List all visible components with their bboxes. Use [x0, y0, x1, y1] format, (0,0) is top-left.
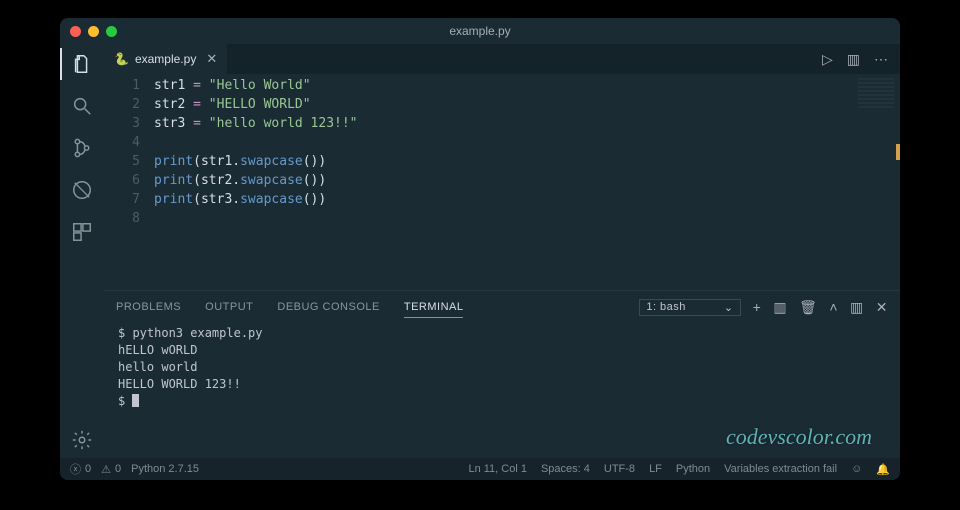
activity-bar [60, 44, 104, 458]
status-errors[interactable]: ⓧ 0 [70, 461, 91, 477]
panel-tab-output[interactable]: OUTPUT [205, 297, 253, 317]
status-extension-message[interactable]: Variables extraction fail [724, 463, 837, 475]
panel-tab-problems[interactable]: PROBLEMS [116, 297, 181, 317]
line-gutter: 12345678 [104, 74, 150, 290]
window-title: example.py [60, 24, 900, 38]
editor-window: example.py [60, 18, 900, 480]
extensions-icon[interactable] [70, 220, 94, 244]
status-python-version[interactable]: Python 2.7.15 [131, 463, 199, 475]
run-icon[interactable]: ▷ [822, 51, 833, 68]
source-control-icon[interactable] [70, 136, 94, 160]
status-eol[interactable]: LF [649, 463, 662, 475]
terminal-output[interactable]: $ python3 example.pyhELLO wORLDhello wor… [104, 323, 900, 458]
overview-marker [896, 144, 900, 160]
panel-tab-debug-console[interactable]: DEBUG CONSOLE [277, 297, 379, 317]
new-terminal-icon[interactable]: + [753, 299, 762, 315]
python-file-icon: 🐍 [114, 52, 129, 66]
editor-actions: ▷ ▥ ⋯ [810, 44, 900, 74]
terminal-selector-label: 1: bash [646, 301, 686, 313]
main-area: 🐍 example.py ✕ ▷ ▥ ⋯ 12345678 str1 = "He… [104, 44, 900, 458]
more-actions-icon[interactable]: ⋯ [874, 51, 888, 68]
panel-tabs: PROBLEMS OUTPUT DEBUG CONSOLE TERMINAL 1… [104, 291, 900, 323]
panel-tab-terminal[interactable]: TERMINAL [404, 297, 464, 318]
panel-maximize-icon[interactable]: ˄ [829, 299, 838, 315]
code-content: str1 = "Hello World"str2 = "HELLO WORLD"… [150, 74, 358, 290]
warning-icon: ⚠ [101, 463, 111, 476]
tab-filename: example.py [135, 52, 196, 66]
kill-terminal-icon[interactable]: 🗑 [799, 299, 817, 316]
terminal-selector[interactable]: 1: bash ⌄ [639, 299, 740, 316]
overview-ruler [896, 74, 900, 290]
split-editor-icon[interactable]: ▥ [847, 51, 860, 68]
error-icon: ⓧ [70, 461, 81, 477]
panel-move-icon[interactable]: ▥ [850, 299, 864, 316]
status-feedback-icon[interactable]: ☺ [851, 463, 862, 475]
code-editor[interactable]: 12345678 str1 = "Hello World"str2 = "HEL… [104, 74, 900, 290]
status-language-mode[interactable]: Python [676, 463, 710, 475]
titlebar: example.py [60, 18, 900, 44]
status-indentation[interactable]: Spaces: 4 [541, 463, 590, 475]
panel-close-icon[interactable]: ✕ [876, 299, 888, 316]
tab-close-icon[interactable]: ✕ [206, 51, 217, 67]
split-terminal-icon[interactable]: ▥ [773, 299, 787, 316]
status-encoding[interactable]: UTF-8 [604, 463, 635, 475]
explorer-icon[interactable] [70, 52, 94, 76]
tab-bar: 🐍 example.py ✕ ▷ ▥ ⋯ [104, 44, 900, 74]
bottom-panel: PROBLEMS OUTPUT DEBUG CONSOLE TERMINAL 1… [104, 290, 900, 458]
search-icon[interactable] [70, 94, 94, 118]
warning-count: 0 [115, 463, 121, 475]
dropdown-caret-icon: ⌄ [724, 301, 734, 314]
status-bar: ⓧ 0 ⚠ 0 Python 2.7.15 Ln 11, Col 1 Space… [60, 458, 900, 480]
minimap[interactable] [858, 78, 894, 108]
status-warnings[interactable]: ⚠ 0 [101, 463, 121, 476]
debug-icon[interactable] [70, 178, 94, 202]
window-body: 🐍 example.py ✕ ▷ ▥ ⋯ 12345678 str1 = "He… [60, 44, 900, 458]
error-count: 0 [85, 463, 91, 475]
status-bell-icon[interactable]: 🔔 [876, 463, 890, 476]
tab-example-py[interactable]: 🐍 example.py ✕ [104, 44, 228, 74]
status-cursor-position[interactable]: Ln 11, Col 1 [468, 463, 527, 475]
settings-gear-icon[interactable] [70, 428, 94, 452]
